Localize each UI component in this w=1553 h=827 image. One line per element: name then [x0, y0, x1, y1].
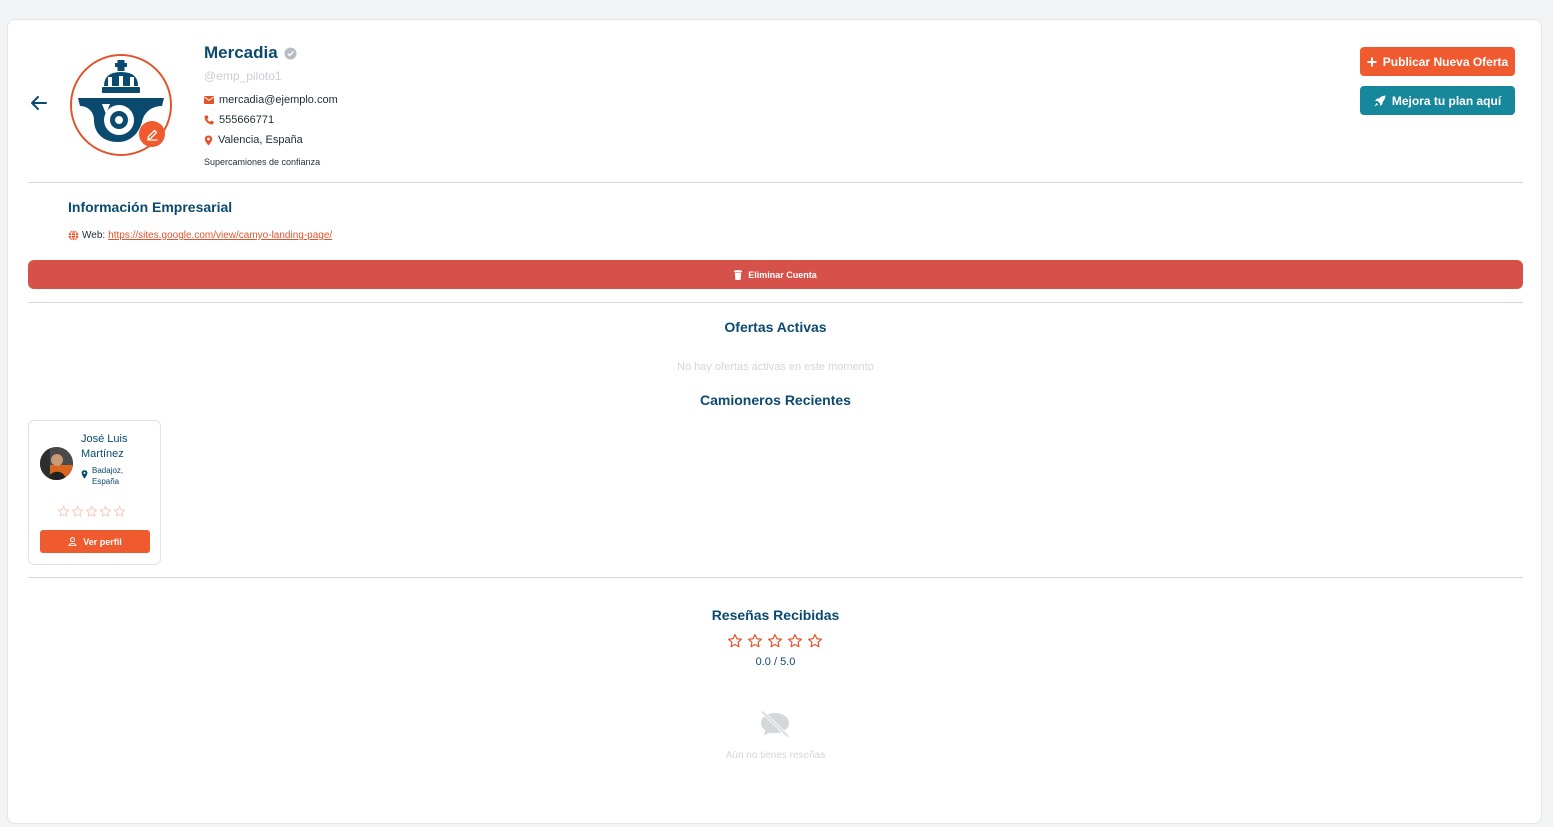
- company-tagline: Supercamiones de confianza: [204, 157, 321, 167]
- phone-row: 555666771: [204, 114, 274, 126]
- envelope-icon: [204, 96, 214, 104]
- profile-card: Mercadia @emp_piloto1 mercadia@ejemplo.c…: [7, 19, 1542, 824]
- view-profile-label: Ver perfil: [83, 536, 122, 547]
- phone-text: 555666771: [219, 114, 275, 126]
- driver-rating-stars: [57, 505, 126, 518]
- website-row: Web: https://sites.google.com/view/camyo…: [68, 230, 332, 241]
- divider: [28, 182, 1523, 183]
- company-name-text: Mercadia: [204, 43, 278, 62]
- reviews-empty: Aún no tienes reseñas: [725, 750, 826, 761]
- trash-icon: [734, 269, 743, 280]
- map-pin-icon: [81, 470, 88, 479]
- comment-slash-icon: [760, 710, 790, 738]
- active-offers-empty: No hay ofertas activas en este momento: [677, 361, 874, 373]
- driver-location: Badajoz, España: [81, 465, 132, 487]
- reviews-rating-stars: [727, 633, 823, 649]
- star-outline-icon: [728, 634, 742, 648]
- arrow-left-icon[interactable]: [30, 94, 48, 112]
- user-icon: [68, 537, 77, 546]
- star-outline-icon: [768, 634, 782, 648]
- star-outline-icon: [99, 505, 112, 517]
- business-info-title: Información Empresarial: [68, 199, 233, 215]
- delete-account-label: Eliminar Cuenta: [748, 269, 817, 280]
- email-row: mercadia@ejemplo.com: [204, 94, 338, 106]
- view-profile-button[interactable]: Ver perfil: [40, 530, 150, 553]
- email-text: mercadia@ejemplo.com: [219, 94, 338, 106]
- publish-offer-label: Publicar Nueva Oferta: [1382, 54, 1509, 69]
- company-avatar: [70, 54, 172, 156]
- website-link[interactable]: https://sites.google.com/view/camyo-land…: [108, 230, 332, 241]
- pencil-icon: [146, 129, 157, 141]
- driver-location-text: Badajoz, España: [92, 466, 124, 486]
- star-outline-icon: [808, 634, 822, 648]
- company-handle: @emp_piloto1: [204, 69, 282, 83]
- reviews-score: 0.0 / 5.0: [755, 656, 796, 668]
- star-outline-icon: [748, 634, 762, 648]
- reviews-title: Reseñas Recibidas: [711, 607, 840, 623]
- driver-avatar: [40, 447, 73, 480]
- active-offers-title: Ofertas Activas: [724, 319, 827, 335]
- delete-account-button[interactable]: Eliminar Cuenta: [28, 260, 1523, 289]
- plus-icon: [1367, 57, 1377, 66]
- upgrade-plan-label: Mejora tu plan aquí: [1391, 93, 1502, 108]
- star-outline-icon: [57, 505, 70, 517]
- upgrade-plan-button[interactable]: Mejora tu plan aquí: [1360, 86, 1515, 115]
- website-label: Web:: [82, 230, 106, 241]
- company-name: Mercadia: [204, 43, 297, 63]
- recent-drivers-title: Camioneros Recientes: [700, 392, 851, 408]
- edit-avatar-button[interactable]: [139, 121, 165, 147]
- star-outline-icon: [85, 505, 98, 517]
- divider: [28, 302, 1523, 303]
- globe-icon: [68, 230, 79, 241]
- location-row: Valencia, España: [204, 134, 303, 146]
- driver-card: José Luis Martínez Badajoz, España Ver p…: [28, 420, 161, 565]
- rocket-icon: [1374, 95, 1386, 106]
- map-pin-icon: [204, 135, 213, 145]
- star-outline-icon: [788, 634, 802, 648]
- divider: [28, 577, 1523, 578]
- publish-offer-button[interactable]: Publicar Nueva Oferta: [1360, 47, 1515, 76]
- star-outline-icon: [113, 505, 126, 517]
- location-text: Valencia, España: [218, 134, 303, 146]
- star-outline-icon: [71, 505, 84, 517]
- driver-photo-icon: [40, 447, 73, 480]
- phone-icon: [204, 115, 214, 125]
- verified-badge-icon: [284, 47, 297, 59]
- driver-name[interactable]: José Luis Martínez: [81, 432, 151, 462]
